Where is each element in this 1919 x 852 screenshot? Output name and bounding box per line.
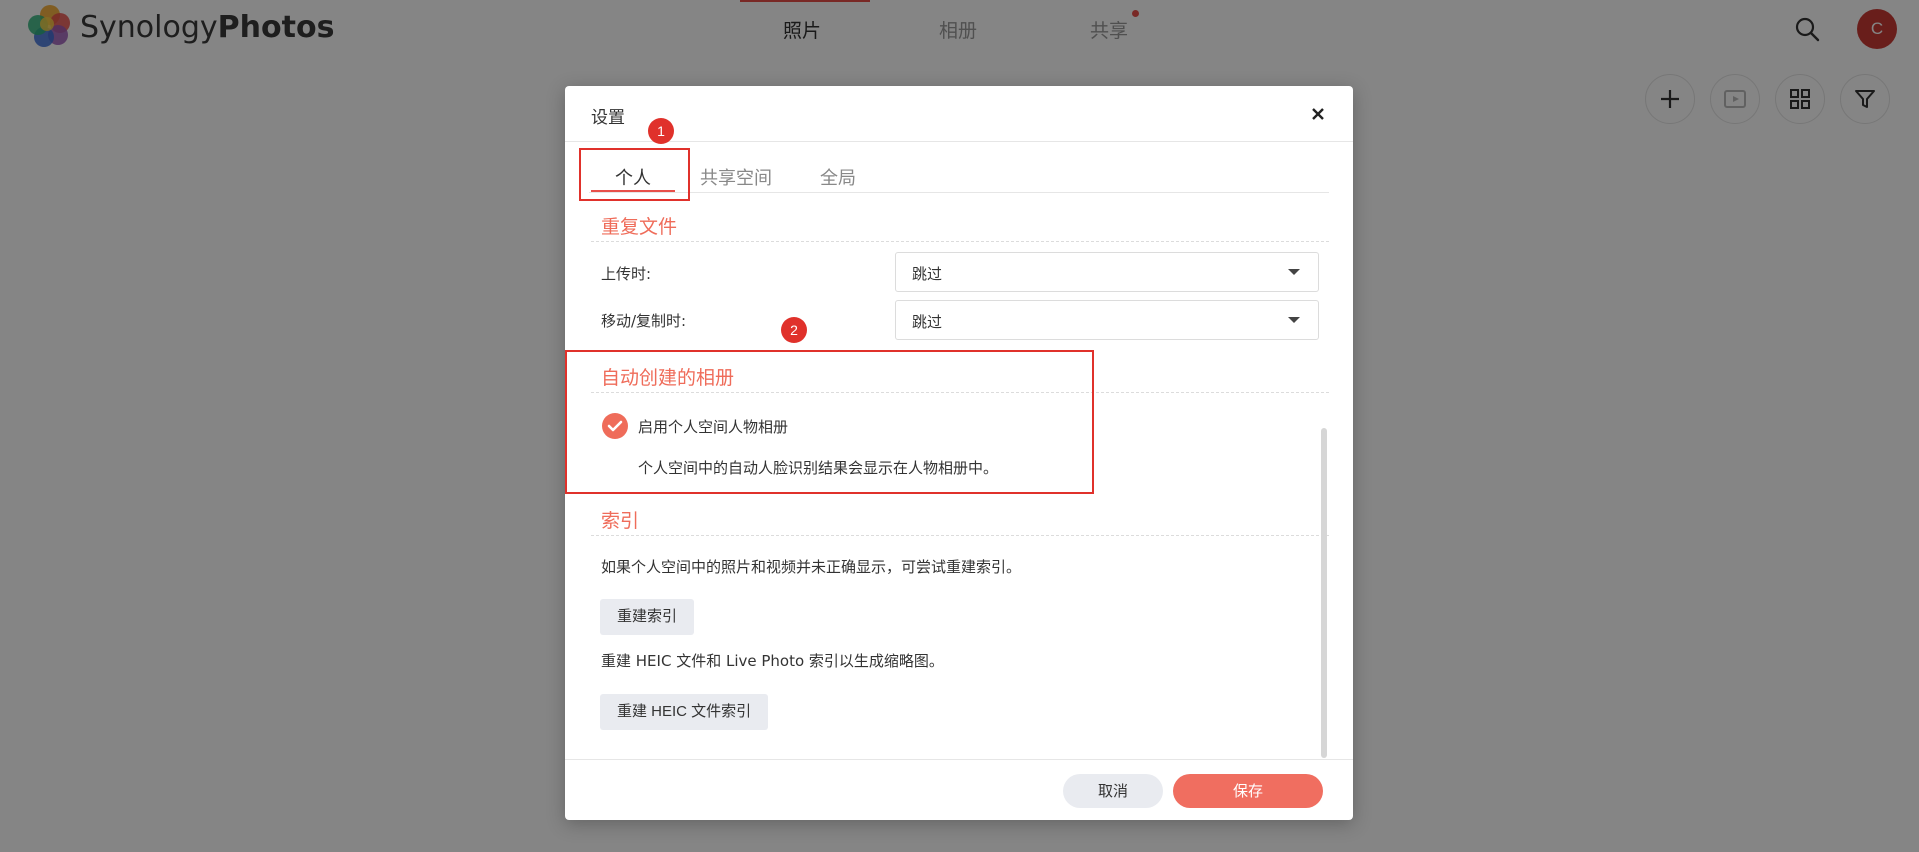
save-button[interactable]: 保存 <box>1173 774 1323 808</box>
section-divider <box>591 535 1329 536</box>
heic-index-description: 重建 HEIC 文件和 Live Photo 索引以生成缩略图。 <box>601 652 944 670</box>
index-description: 如果个人空间中的照片和视频并未正确显示，可尝试重建索引。 <box>601 558 1022 576</box>
dialog-title: 设置 <box>591 108 625 128</box>
tabs-divider <box>589 192 1329 193</box>
tab-global[interactable]: 全局 <box>820 164 856 190</box>
select-value: 跳过 <box>912 313 943 331</box>
dialog-footer-divider <box>565 759 1353 760</box>
move-copy-label: 移动/复制时: <box>601 312 687 330</box>
dialog-scrollbar[interactable] <box>1321 428 1327 758</box>
section-divider <box>591 241 1329 242</box>
upload-label: 上传时: <box>601 265 652 283</box>
select-value: 跳过 <box>912 265 943 283</box>
annotation-box-2 <box>565 350 1094 494</box>
caret-down-icon <box>1288 269 1300 275</box>
rebuild-index-button[interactable]: 重建索引 <box>600 599 695 635</box>
annotation-marker-2: 2 <box>781 317 807 343</box>
rebuild-heic-index-button[interactable]: 重建 HEIC 文件索引 <box>600 694 769 730</box>
close-icon[interactable] <box>1306 102 1330 126</box>
section-title-index: 索引 <box>601 510 640 532</box>
dialog-header-divider <box>565 141 1353 142</box>
upload-duplicate-select[interactable]: 跳过 <box>895 252 1319 292</box>
caret-down-icon <box>1288 317 1300 323</box>
cancel-button[interactable]: 取消 <box>1063 774 1163 808</box>
tab-shared-space[interactable]: 共享空间 <box>700 164 772 190</box>
annotation-box-1 <box>579 148 690 201</box>
annotation-marker-1: 1 <box>648 118 674 144</box>
section-title-duplicates: 重复文件 <box>601 216 678 238</box>
move-copy-duplicate-select[interactable]: 跳过 <box>895 300 1319 340</box>
